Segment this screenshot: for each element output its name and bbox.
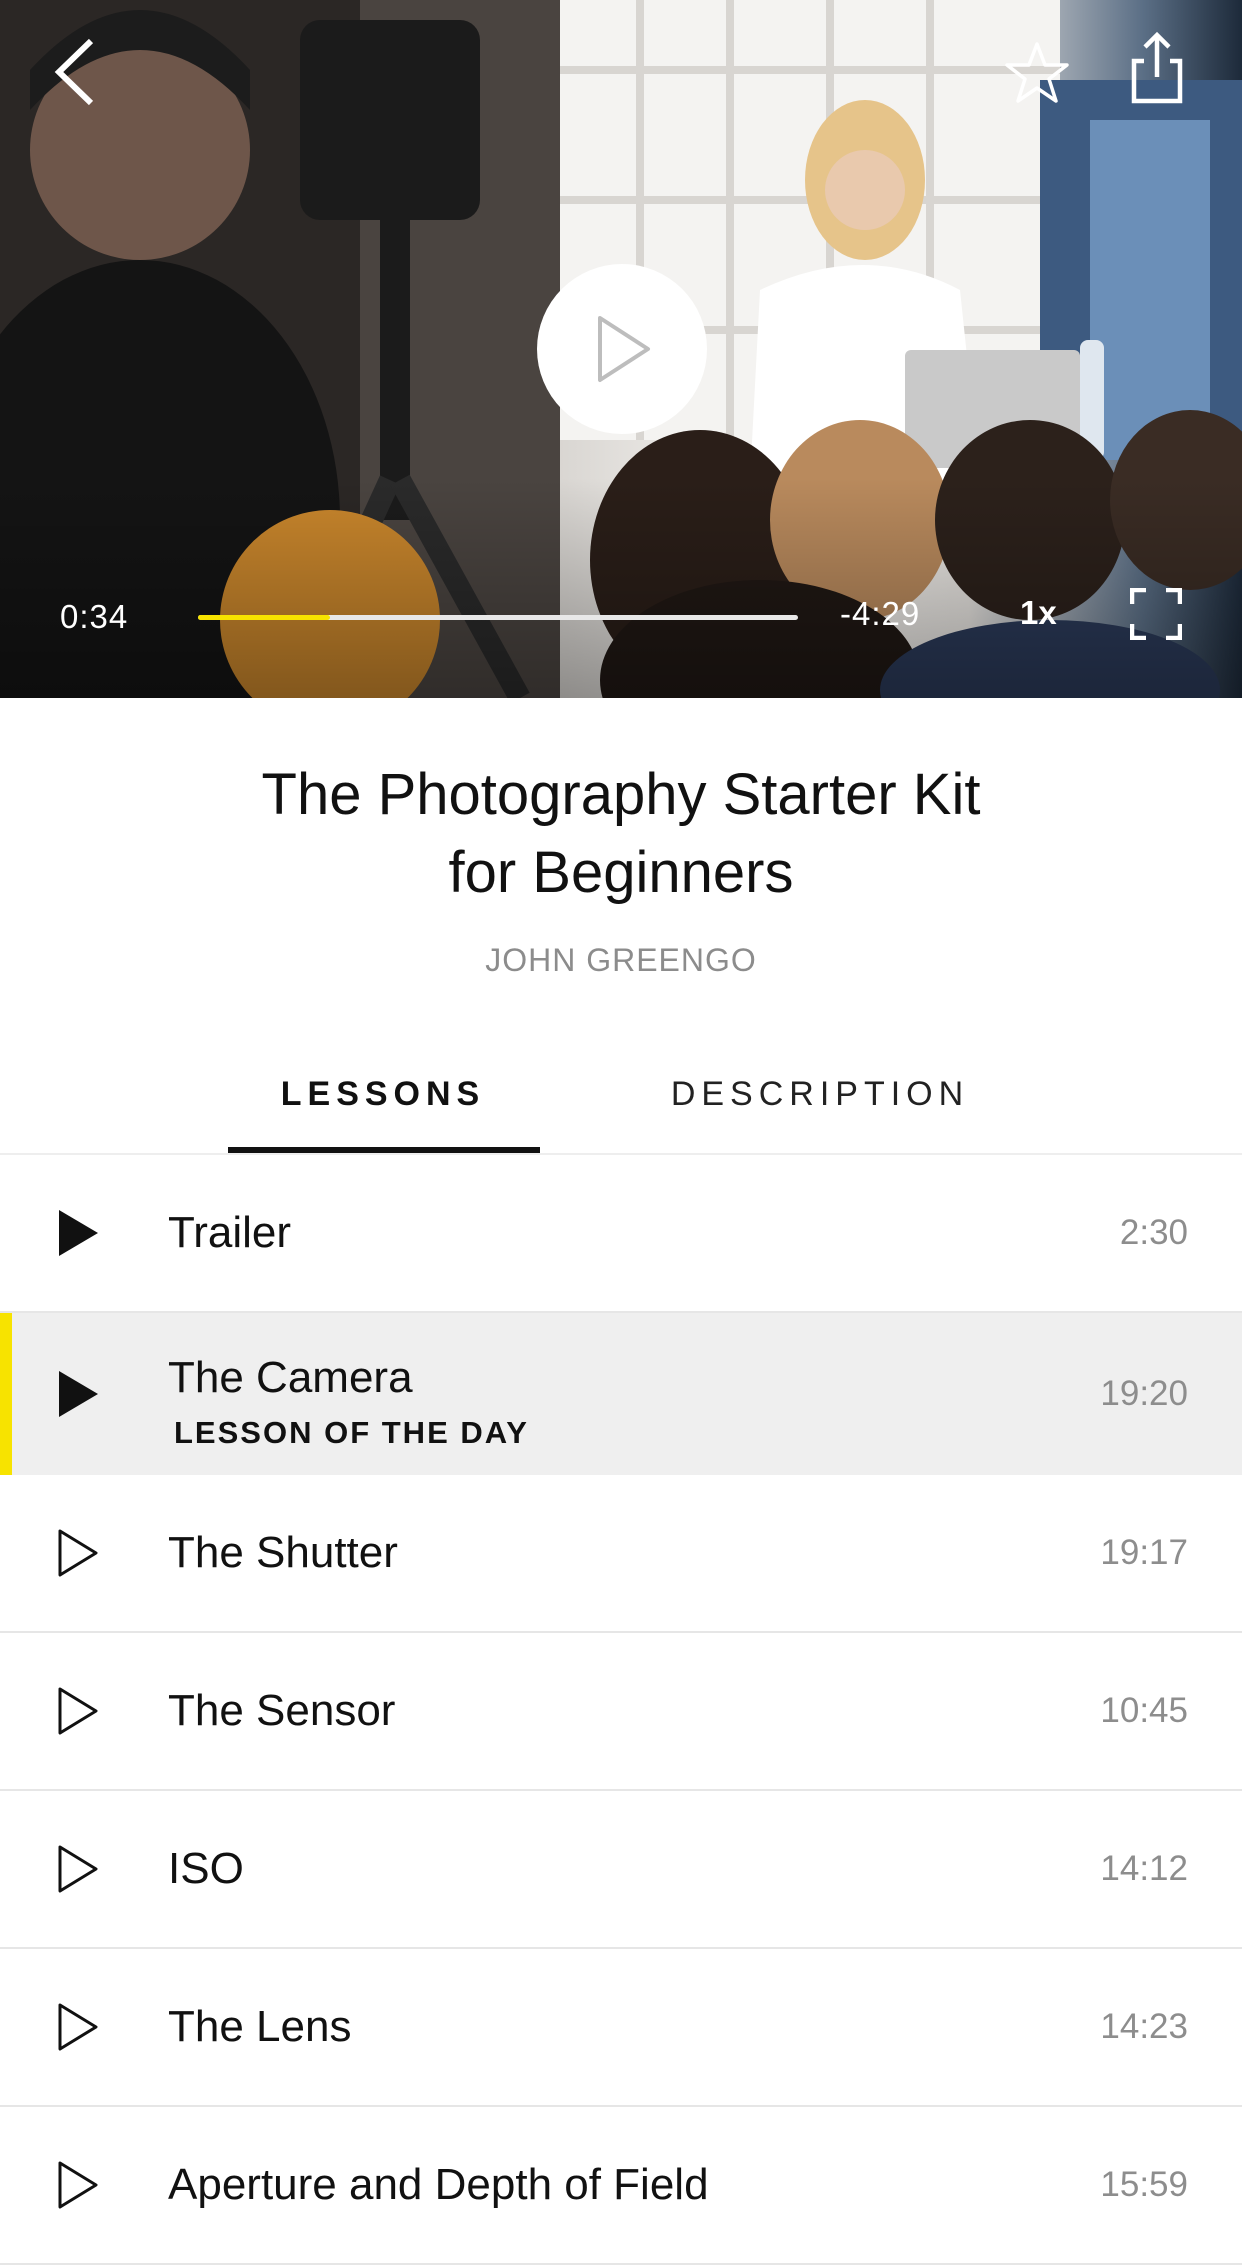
lesson-row[interactable]: ISO 14:12: [0, 1791, 1242, 1949]
lesson-row[interactable]: Aperture and Depth of Field 15:59: [0, 2107, 1242, 2265]
lesson-of-the-day-badge: LESSON OF THE DAY: [174, 1415, 529, 1450]
progress-fill: [198, 615, 330, 620]
fullscreen-button[interactable]: [1130, 588, 1182, 640]
tab-description[interactable]: DESCRIPTION: [640, 1075, 1000, 1114]
elapsed-time: 0:34: [60, 598, 129, 635]
play-outline-icon: [58, 1529, 98, 1577]
lesson-duration: 19:20: [1100, 1374, 1188, 1413]
lesson-title: The Shutter: [168, 1528, 398, 1577]
play-outline-icon: [58, 2161, 98, 2209]
lesson-title: The Lens: [168, 2002, 352, 2051]
lesson-duration: 10:45: [1100, 1691, 1188, 1730]
play-outline-icon: [58, 1687, 98, 1735]
progress-bar[interactable]: [198, 615, 798, 620]
share-icon: [1131, 31, 1183, 104]
play-button[interactable]: [537, 264, 707, 434]
lesson-title: ISO: [168, 1844, 244, 1893]
tab-lessons[interactable]: LESSONS: [228, 1075, 538, 1114]
active-lesson-accent: [0, 1313, 12, 1475]
lesson-row[interactable]: The Lens 14:23: [0, 1949, 1242, 2107]
lesson-title: The Sensor: [168, 1686, 396, 1735]
lesson-list: Trailer 2:30 The Camera LESSON OF THE DA…: [0, 1155, 1242, 2265]
lesson-title: Aperture and Depth of Field: [168, 2160, 709, 2209]
star-icon: [1005, 42, 1069, 103]
back-button[interactable]: [40, 30, 110, 114]
course-title: The Photography Starter Kit for Beginner…: [120, 756, 1122, 912]
lesson-row[interactable]: The Shutter 19:17: [0, 1475, 1242, 1633]
lesson-title: The Camera: [168, 1353, 413, 1402]
tab-bar: LESSONS DESCRIPTION: [0, 1055, 1242, 1155]
play-outline-icon: [58, 2003, 98, 2051]
lesson-duration: 2:30: [1119, 1213, 1188, 1252]
lesson-title: Trailer: [168, 1208, 292, 1257]
lesson-duration: 14:23: [1100, 2007, 1188, 2046]
play-filled-icon: [59, 1371, 98, 1417]
play-outline-icon: [58, 1845, 98, 1893]
lesson-row[interactable]: The Sensor 10:45: [0, 1633, 1242, 1791]
favorite-button[interactable]: [1000, 36, 1074, 110]
lesson-duration: 14:12: [1100, 1849, 1188, 1888]
lesson-duration: 15:59: [1100, 2165, 1188, 2204]
video-gradient: [0, 478, 1242, 698]
lesson-duration: 19:17: [1100, 1533, 1188, 1572]
fullscreen-icon: [1130, 588, 1182, 640]
back-arrow-icon: [54, 38, 94, 106]
lesson-row[interactable]: Trailer 2:30: [0, 1155, 1242, 1313]
playback-speed-button[interactable]: 1x: [1020, 594, 1057, 632]
lesson-row-active[interactable]: The Camera LESSON OF THE DAY 19:20: [0, 1313, 1242, 1475]
course-title-line2: for Beginners: [448, 840, 794, 905]
share-button[interactable]: [1124, 28, 1190, 108]
play-filled-icon: [59, 1210, 98, 1256]
video-player[interactable]: 0:34 -4:29 1x: [0, 0, 1242, 698]
play-icon: [598, 316, 650, 382]
author-name: JOHN GREENGO: [485, 942, 757, 978]
course-title-line1: The Photography Starter Kit: [261, 762, 981, 827]
remaining-time: -4:29: [840, 595, 921, 632]
